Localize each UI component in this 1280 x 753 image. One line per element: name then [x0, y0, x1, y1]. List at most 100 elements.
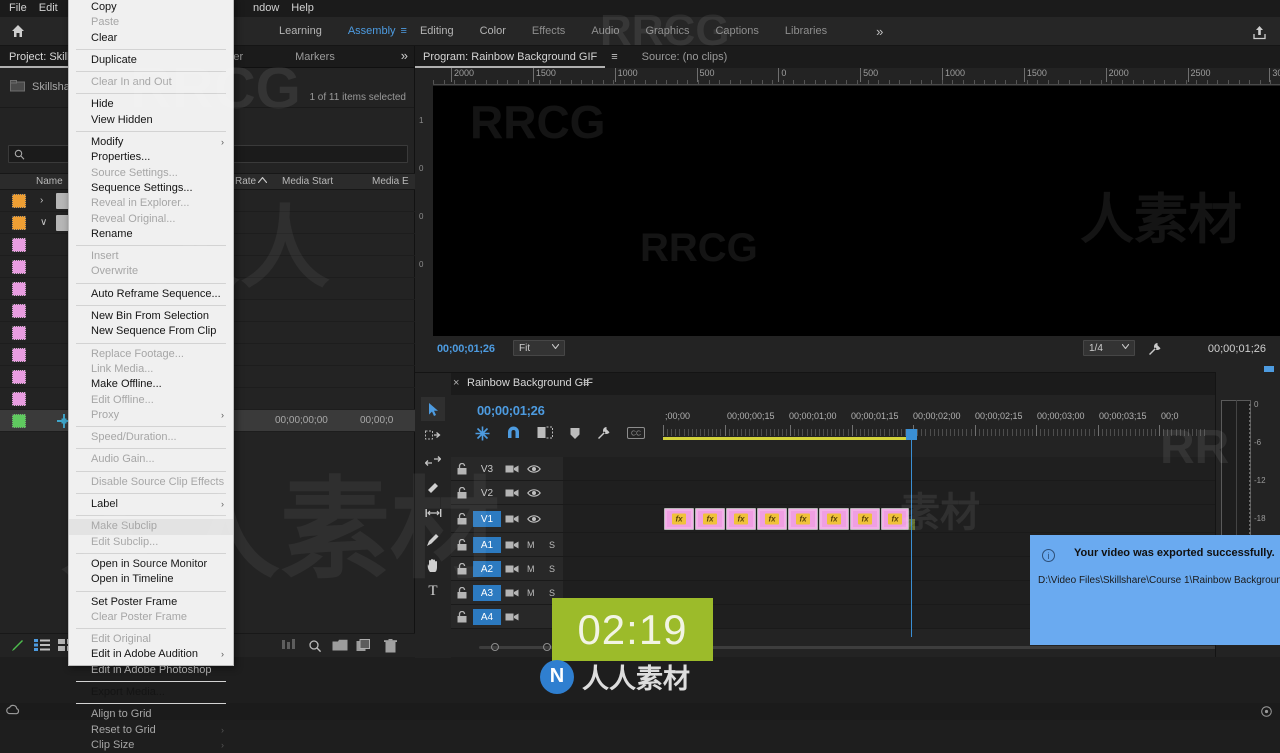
menu-item-open-in-source-monitor[interactable]: Open in Source Monitor: [69, 557, 233, 572]
timeline-clip[interactable]: fx: [726, 508, 756, 530]
status-indicator-icon[interactable]: [1261, 706, 1272, 717]
track-mute-button[interactable]: M: [527, 540, 535, 550]
workspace-tab-effects[interactable]: Effects: [519, 17, 578, 46]
menu-item-copy[interactable]: Copy: [69, 0, 233, 15]
tab-markers[interactable]: Markers: [286, 46, 344, 68]
track-target-icon[interactable]: [505, 564, 519, 574]
timeline-playhead-timecode[interactable]: 00;00;01;26: [477, 403, 545, 418]
pen-icon[interactable]: [10, 639, 26, 653]
menu-item-hide[interactable]: Hide: [69, 97, 233, 112]
timeline-clip[interactable]: fx: [819, 508, 849, 530]
menu-item-export-media[interactable]: Export Media...: [69, 685, 233, 700]
program-duration-timecode[interactable]: 00;00;01;26: [1208, 343, 1266, 355]
linked-selection-icon[interactable]: [537, 426, 553, 440]
track-lock-icon[interactable]: [457, 486, 467, 499]
razor-tool[interactable]: [421, 475, 445, 499]
track-lane-V3[interactable]: [563, 457, 1280, 480]
creative-cloud-icon[interactable]: [5, 704, 20, 717]
workspace-tab-captions[interactable]: Captions: [702, 17, 771, 46]
column-header-media-start[interactable]: Media Start: [282, 176, 333, 187]
track-target-icon[interactable]: [505, 588, 519, 598]
type-tool[interactable]: T: [421, 579, 445, 603]
workspace-tab-libraries[interactable]: Libraries: [772, 17, 840, 46]
track-lock-icon[interactable]: [457, 512, 467, 525]
menu-item-open-in-timeline[interactable]: Open in Timeline: [69, 572, 233, 587]
menu-item-auto-reframe-sequence[interactable]: Auto Reframe Sequence...: [69, 287, 233, 302]
timeline-clip[interactable]: fx: [757, 508, 787, 530]
track-visibility-eye-icon[interactable]: [527, 488, 541, 498]
timeline-clip[interactable]: fx: [850, 508, 880, 530]
timeline-sequence-name[interactable]: Rainbow Background GIF: [467, 377, 593, 389]
sort-ascending-icon[interactable]: [258, 177, 267, 183]
timeline-zoom-handle-left[interactable]: [491, 643, 499, 651]
slip-tool[interactable]: [421, 501, 445, 525]
add-marker-icon[interactable]: [569, 427, 581, 440]
tab-source-monitor[interactable]: Source: (no clips): [634, 46, 736, 68]
menu-item-edit-in-adobe-audition[interactable]: Edit in Adobe Audition ›: [69, 647, 233, 662]
track-target-icon[interactable]: [505, 612, 519, 622]
timeline-clip[interactable]: fx: [695, 508, 725, 530]
timeline-ruler[interactable]: ;00;00 00;00;00;15 00;00;01;00 00;00;01;15 0…: [663, 411, 1208, 439]
track-solo-button[interactable]: S: [549, 588, 555, 598]
track-select-forward-tool[interactable]: [421, 423, 445, 447]
trash-icon[interactable]: [384, 639, 397, 653]
home-icon[interactable]: [0, 17, 36, 46]
column-header-rate[interactable]: Rate: [235, 176, 256, 187]
menu-item-make-offline[interactable]: Make Offline...: [69, 377, 233, 392]
track-name-V3[interactable]: V3: [473, 461, 501, 477]
track-visibility-eye-icon[interactable]: [527, 514, 541, 524]
workspace-tab-learning[interactable]: Learning: [266, 17, 335, 46]
list-view-icon[interactable]: [34, 639, 50, 651]
menu-item-ndow[interactable]: ndow: [247, 0, 285, 17]
disclosure-triangle-icon[interactable]: ∨: [40, 217, 47, 228]
timeline-clip[interactable]: fx: [881, 508, 909, 530]
freeform-view-icon[interactable]: [282, 639, 296, 650]
disclosure-triangle-icon[interactable]: ›: [40, 195, 43, 206]
workspace-tab-color[interactable]: Color: [467, 17, 519, 46]
snap-in-timeline-icon[interactable]: [475, 426, 490, 441]
track-name-V1[interactable]: V1: [473, 511, 501, 527]
program-current-timecode[interactable]: 00;00;01;26: [437, 343, 495, 355]
magnet-icon[interactable]: [506, 426, 521, 440]
new-bin-icon[interactable]: [332, 639, 348, 651]
track-lock-icon[interactable]: [457, 562, 467, 575]
menu-item-label[interactable]: Label ›: [69, 497, 233, 512]
column-header-media-e[interactable]: Media E: [372, 176, 409, 187]
track-name-A4[interactable]: A4: [473, 609, 501, 625]
program-panel-menu-icon[interactable]: ≡: [605, 51, 623, 63]
timeline-work-area-bar[interactable]: [663, 437, 911, 440]
track-solo-button[interactable]: S: [549, 540, 555, 550]
menu-item-properties[interactable]: Properties...: [69, 150, 233, 165]
menu-item-rename[interactable]: Rename: [69, 227, 233, 242]
timeline-clip[interactable]: fx: [664, 508, 694, 530]
track-target-icon[interactable]: [505, 514, 519, 524]
track-lock-icon[interactable]: [457, 462, 467, 475]
timeline-clip[interactable]: fx: [788, 508, 818, 530]
track-lock-icon[interactable]: [457, 586, 467, 599]
menu-item-clear[interactable]: Clear: [69, 31, 233, 46]
playback-resolution-dropdown[interactable]: 1/4: [1083, 340, 1135, 356]
workspace-overflow-icon[interactable]: »: [866, 24, 893, 39]
track-target-icon[interactable]: [505, 488, 519, 498]
track-name-V2[interactable]: V2: [473, 485, 501, 501]
menu-item-file[interactable]: File: [3, 0, 33, 17]
track-target-icon[interactable]: [505, 540, 519, 550]
timeline-settings-wrench-icon[interactable]: [597, 426, 611, 440]
timeline-playhead-handle[interactable]: [906, 429, 917, 440]
workspace-tab-editing[interactable]: Editing: [407, 17, 467, 46]
wrench-icon[interactable]: [1148, 342, 1162, 356]
menu-item-duplicate[interactable]: Duplicate: [69, 53, 233, 68]
track-name-A2[interactable]: A2: [473, 561, 501, 577]
track-mute-button[interactable]: M: [527, 564, 535, 574]
track-mute-button[interactable]: M: [527, 588, 535, 598]
workspace-tab-graphics[interactable]: Graphics: [632, 17, 702, 46]
track-name-A1[interactable]: A1: [473, 537, 501, 553]
ripple-edit-tool[interactable]: [421, 449, 445, 473]
hand-tool[interactable]: [421, 553, 445, 577]
track-lock-icon[interactable]: [457, 610, 467, 623]
menu-item-new-sequence-from-clip[interactable]: New Sequence From Clip: [69, 324, 233, 339]
track-lane-V1[interactable]: fx fx fx fx fx fx fx fx: [563, 505, 1280, 532]
track-target-icon[interactable]: [505, 464, 519, 474]
menu-item-new-bin-from-selection[interactable]: New Bin From Selection: [69, 309, 233, 324]
track-lane-V2[interactable]: [563, 481, 1280, 504]
